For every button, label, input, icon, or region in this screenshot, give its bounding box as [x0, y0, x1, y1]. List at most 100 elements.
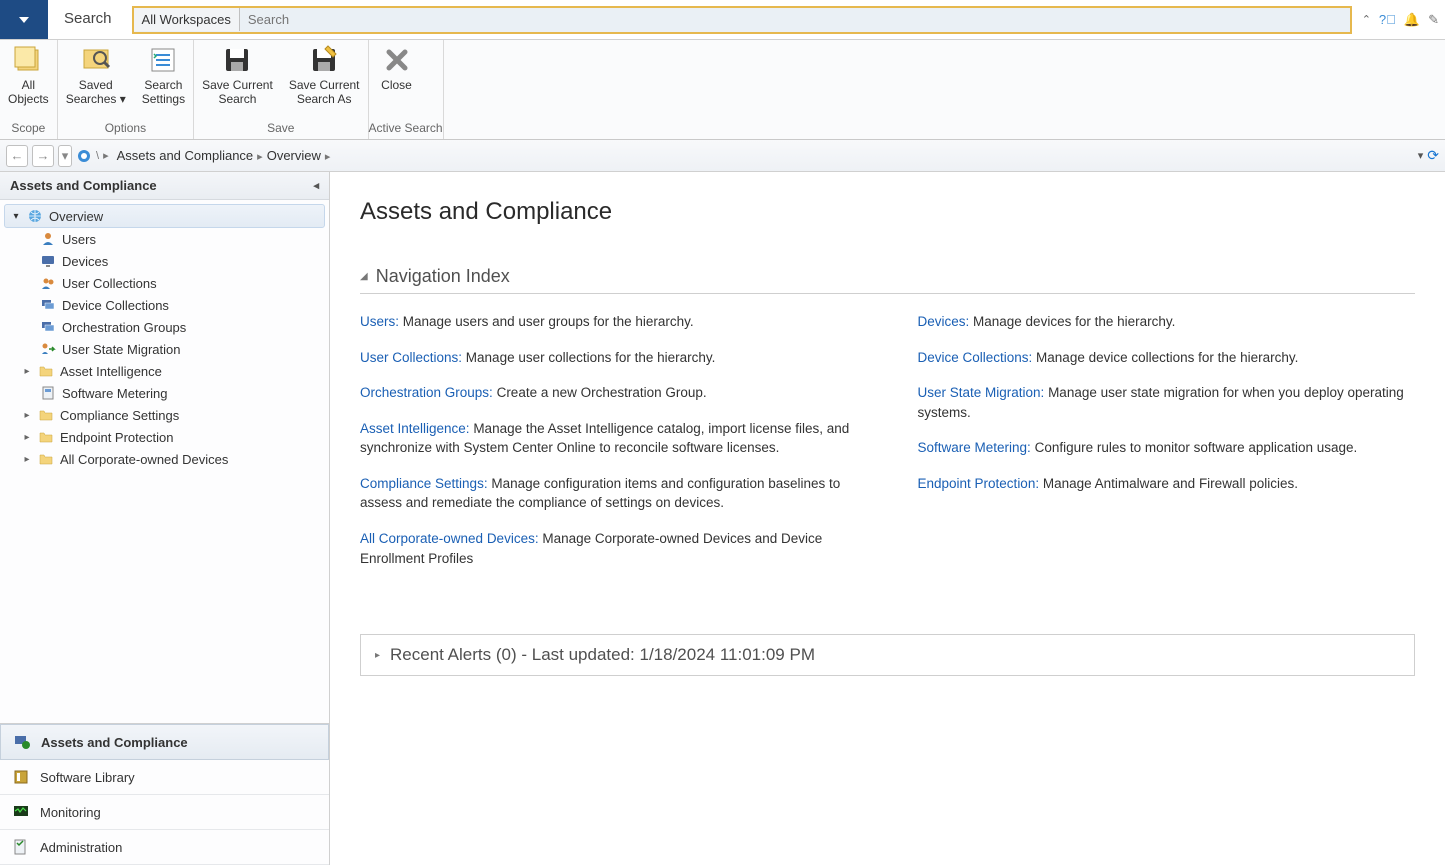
ribbon-group-label: Options: [58, 119, 193, 139]
breadcrumb-root[interactable]: \: [96, 150, 99, 162]
nav-forward-button[interactable]: →: [32, 145, 54, 167]
top-right-icons: ⌃ ?⃝ 🔔 ✎: [1356, 0, 1445, 39]
nav-index-link[interactable]: Users:: [360, 314, 399, 329]
ribbon-tab-search[interactable]: Search: [48, 0, 128, 39]
tree-expander-icon[interactable]: ▸: [22, 432, 32, 443]
save-current-search-as-button[interactable]: Save CurrentSearch As: [281, 40, 368, 119]
tree-expander-icon[interactable]: ▸: [22, 410, 32, 421]
tree-expander-icon[interactable]: ▸: [22, 454, 32, 465]
workspace-icon: [76, 148, 92, 164]
ribbon-group-active-search: CloseActive Search: [369, 40, 444, 139]
folder-icon: [38, 407, 54, 423]
nav-back-button[interactable]: ←: [6, 145, 28, 167]
nav-index-link[interactable]: Orchestration Groups:: [360, 385, 493, 400]
nav-index-link[interactable]: User Collections:: [360, 350, 462, 365]
search-settings-label: SearchSettings: [142, 78, 185, 106]
tree-node-label: Devices: [62, 254, 108, 269]
search-settings-icon: [147, 44, 179, 76]
breadcrumb-sep: ▸: [257, 151, 263, 163]
wunderbar-label: Administration: [40, 840, 122, 855]
nav-index-link[interactable]: User State Migration:: [918, 385, 1045, 400]
ribbon: AllObjectsScopeSavedSearches ▾ SearchSett…: [0, 40, 1445, 140]
nav-index-link[interactable]: Compliance Settings:: [360, 476, 488, 491]
nav-index-link[interactable]: Asset Intelligence:: [360, 421, 470, 436]
section-collapse-icon[interactable]: ◢: [360, 271, 368, 282]
tree-node-compliance-settings[interactable]: ▸ Compliance Settings: [0, 404, 329, 426]
tree-node-label: Endpoint Protection: [60, 430, 173, 445]
save-current-search-as-label: Save CurrentSearch As: [289, 78, 360, 106]
alerts-expand-icon[interactable]: ▸: [375, 650, 380, 661]
tree-node-user-state-migration[interactable]: User State Migration: [0, 338, 329, 360]
breadcrumb-sep: ▸: [325, 151, 331, 163]
wunderbar-software-library[interactable]: Software Library: [0, 760, 329, 795]
nav-index-link[interactable]: Devices:: [918, 314, 970, 329]
notification-bell-icon[interactable]: 🔔: [1404, 12, 1420, 28]
app-menu-dropdown[interactable]: [0, 0, 48, 39]
nav-index-link[interactable]: Software Metering:: [918, 440, 1031, 455]
help-icon[interactable]: ?⃝: [1379, 12, 1396, 27]
search-input[interactable]: [240, 8, 1350, 31]
navigation-index-label: Navigation Index: [376, 266, 510, 287]
tree-node-label: Software Metering: [62, 386, 168, 401]
all-objects-icon: [12, 44, 44, 76]
close-search-button[interactable]: Close: [369, 40, 425, 119]
save-current-search-button[interactable]: Save CurrentSearch: [194, 40, 281, 119]
tree-node-endpoint-protection[interactable]: ▸ Endpoint Protection: [0, 426, 329, 448]
tree-node-label: User State Migration: [62, 342, 181, 357]
tree-node-users[interactable]: Users: [0, 228, 329, 250]
nav-index-link[interactable]: Device Collections:: [918, 350, 1033, 365]
wunderbar: Assets and ComplianceSoftware LibraryMon…: [0, 723, 329, 865]
tree-node-label: Overview: [49, 209, 103, 224]
nav-index-desc: Manage user collections for the hierarch…: [462, 350, 715, 365]
tree-node-user-collections[interactable]: User Collections: [0, 272, 329, 294]
wunderbar-assets-and-compliance[interactable]: Assets and Compliance: [0, 724, 329, 760]
nav-index-link[interactable]: All Corporate-owned Devices:: [360, 531, 539, 546]
nav-index-desc: Create a new Orchestration Group.: [493, 385, 707, 400]
recent-alerts-label: Recent Alerts (0) - Last updated: 1/18/2…: [390, 645, 815, 665]
nav-pane-collapse-icon[interactable]: ◂: [313, 179, 319, 192]
tree-expander-icon[interactable]: ▾: [11, 211, 21, 222]
tree-node-all-corporate-owned-devices[interactable]: ▸All Corporate-owned Devices: [0, 448, 329, 470]
nav-index-right-column: Devices: Manage devices for the hierarch…: [918, 312, 1416, 584]
breadcrumb-dropdown-icon[interactable]: ▾: [1418, 149, 1424, 162]
navigation-index-header[interactable]: ◢ Navigation Index: [360, 266, 1415, 294]
tree-node-label: User Collections: [62, 276, 157, 291]
tree-node-asset-intelligence[interactable]: ▸Asset Intelligence: [0, 360, 329, 382]
nav-index-entry: Device Collections: Manage device collec…: [918, 348, 1416, 368]
folder-icon: [38, 451, 54, 467]
ribbon-group-options: SavedSearches ▾ SearchSettings Options: [58, 40, 194, 139]
saved-searches-button[interactable]: SavedSearches ▾: [58, 40, 134, 119]
search-settings-button[interactable]: SearchSettings: [134, 40, 193, 119]
ribbon-collapse-icon[interactable]: ⌃: [1362, 13, 1371, 26]
nav-index-entry: User State Migration: Manage user state …: [918, 383, 1416, 422]
nav-index-entry: Software Metering: Configure rules to mo…: [918, 438, 1416, 458]
nav-index-entry: Compliance Settings: Manage configuratio…: [360, 474, 858, 513]
nav-index-link[interactable]: Endpoint Protection:: [918, 476, 1040, 491]
globe-icon: [27, 208, 43, 224]
tree-node-overview[interactable]: ▾ Overview: [4, 204, 325, 228]
nav-index-desc: Manage devices for the hierarchy.: [969, 314, 1175, 329]
ribbon-group-save: Save CurrentSearch Save CurrentSearch As S…: [194, 40, 368, 139]
wunderbar-administration[interactable]: Administration: [0, 830, 329, 865]
recent-alerts-panel[interactable]: ▸ Recent Alerts (0) - Last updated: 1/18…: [360, 634, 1415, 676]
tree-node-software-metering[interactable]: Software Metering: [0, 382, 329, 404]
ribbon-group-label: Active Search: [369, 119, 443, 139]
device-icon: [40, 253, 56, 269]
ribbon-group-scope: AllObjectsScope: [0, 40, 58, 139]
tree-node-devices[interactable]: Devices: [0, 250, 329, 272]
tree-node-label: Compliance Settings: [60, 408, 179, 423]
feedback-icon[interactable]: ✎: [1428, 12, 1439, 28]
ribbon-group-label: Save: [194, 119, 367, 139]
tree-node-device-collections[interactable]: Device Collections: [0, 294, 329, 316]
tree-expander-icon[interactable]: ▸: [22, 366, 32, 377]
library-icon: [12, 768, 30, 786]
breadcrumb-item[interactable]: Assets and Compliance: [113, 148, 258, 163]
wunderbar-monitoring[interactable]: Monitoring: [0, 795, 329, 830]
breadcrumb-item[interactable]: Overview: [263, 148, 325, 163]
all-objects-button[interactable]: AllObjects: [0, 40, 57, 119]
tree-node-orchestration-groups[interactable]: Orchestration Groups: [0, 316, 329, 338]
search-scope-label[interactable]: All Workspaces: [134, 8, 240, 31]
assets-icon: [13, 733, 31, 751]
nav-history-dropdown[interactable]: ▾: [58, 145, 72, 167]
refresh-icon[interactable]: ⟳: [1427, 147, 1439, 164]
